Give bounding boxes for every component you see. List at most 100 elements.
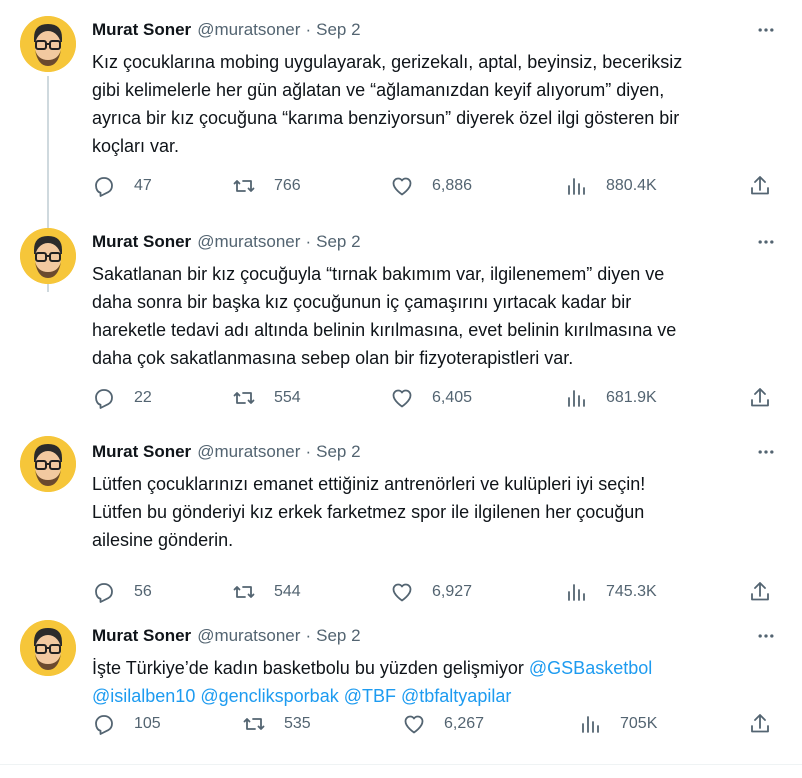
share-button[interactable] <box>748 174 772 198</box>
author-handle[interactable]: @muratsoner <box>197 230 300 254</box>
like-button[interactable]: 6,405 <box>390 386 472 410</box>
like-button[interactable]: 6,267 <box>402 712 484 736</box>
tweet-thread: Murat Soner @muratsoner · Sep 2 Kız çocu… <box>0 0 802 778</box>
views-icon <box>568 178 585 195</box>
tweet-text-line: hareketle tedavi adı altında belinin kır… <box>92 320 677 340</box>
author-handle[interactable]: @muratsoner <box>197 440 300 464</box>
separator-dot: · <box>305 232 312 251</box>
divider <box>0 764 802 765</box>
view-count: 681.9K <box>606 389 657 406</box>
like-button[interactable]: 6,886 <box>390 174 472 198</box>
tweet-header: Murat Soner @muratsoner · Sep 2 <box>92 440 782 464</box>
tweet-text-line: ayrıca bir kız çocuğuna “karıma benziyor… <box>92 108 680 128</box>
retweet-button[interactable]: 535 <box>242 712 311 736</box>
tweet-date[interactable]: Sep 2 <box>316 624 360 648</box>
tweet-text-line: ailesine gönderin. <box>92 530 234 550</box>
reply-count: 22 <box>134 389 152 406</box>
share-icon <box>751 176 769 195</box>
tweet-date[interactable]: Sep 2 <box>316 230 360 254</box>
reply-icon <box>95 583 113 603</box>
share-button[interactable] <box>748 580 772 604</box>
tweet-actions: 105 535 6,267 705K <box>92 712 782 736</box>
view-count: 705K <box>620 715 658 732</box>
reply-button[interactable]: 47 <box>92 174 152 198</box>
separator-dot: · <box>305 626 312 645</box>
mention-link[interactable]: @gencliksporbak <box>200 686 338 706</box>
tweet-text-line: gibi kelimelerle her gün ağlatan ve “ağl… <box>92 80 665 100</box>
more-icon[interactable] <box>754 624 778 648</box>
share-button[interactable] <box>748 712 772 736</box>
avatar[interactable] <box>20 16 76 72</box>
reply-button[interactable]: 22 <box>92 386 152 410</box>
more-icon[interactable] <box>754 230 778 254</box>
reply-count: 105 <box>134 715 161 732</box>
retweet-icon <box>233 392 255 404</box>
avatar[interactable] <box>20 436 76 492</box>
views-button[interactable]: 745.3K <box>564 580 657 604</box>
mention-link[interactable]: @isilalben10 <box>92 686 195 706</box>
tweet-text: Lütfen çocuklarınızı emanet ettiğiniz an… <box>92 470 782 554</box>
author-name[interactable]: Murat Soner <box>92 440 191 464</box>
reply-icon <box>95 389 113 409</box>
like-button[interactable]: 6,927 <box>390 580 472 604</box>
tweet-header: Murat Soner @muratsoner · Sep 2 <box>92 230 782 254</box>
tweet-date[interactable]: Sep 2 <box>316 18 360 42</box>
view-count: 745.3K <box>606 583 657 600</box>
author-name[interactable]: Murat Soner <box>92 18 191 42</box>
share-icon <box>751 714 769 733</box>
reply-button[interactable]: 56 <box>92 580 152 604</box>
avatar[interactable] <box>20 620 76 676</box>
author-handle[interactable]: @muratsoner <box>197 18 300 42</box>
views-icon <box>568 390 585 407</box>
retweet-button[interactable]: 544 <box>232 580 301 604</box>
like-count: 6,886 <box>432 177 473 194</box>
author-name[interactable]: Murat Soner <box>92 624 191 648</box>
tweet-text-line: Sakatlanan bir kız çocuğuyla “tırnak bak… <box>92 264 665 284</box>
tweet[interactable]: Murat Soner @muratsoner · Sep 2 İşte Tür… <box>0 616 802 778</box>
tweet-text-line: Lütfen çocuklarınızı emanet ettiğiniz an… <box>92 474 646 494</box>
reply-count: 56 <box>134 583 152 600</box>
tweet[interactable]: Murat Soner @muratsoner · Sep 2 Lütfen ç… <box>0 424 802 616</box>
mention-link[interactable]: @tbfaltyapilar <box>401 686 511 706</box>
mention-link[interactable]: @TBF <box>344 686 396 706</box>
tweet-header: Murat Soner @muratsoner · Sep 2 <box>92 18 782 42</box>
tweet-text-line: Lütfen bu gönderiyi kız erkek farketmez … <box>92 502 645 522</box>
reply-icon <box>95 715 113 735</box>
tweet[interactable]: Murat Soner @muratsoner · Sep 2 Sakatlan… <box>0 216 802 424</box>
tweet-text: Kız çocuklarına mobing uygulayarak, geri… <box>92 48 782 160</box>
tweet-text-line: @isilalben10 @gencliksporbak @TBF @tbfal… <box>92 682 782 710</box>
views-button[interactable]: 681.9K <box>564 386 657 410</box>
views-button[interactable]: 880.4K <box>564 174 657 198</box>
tweet-text-segment: İşte Türkiye’de kadın basketbolu bu yüzd… <box>92 658 529 678</box>
share-button[interactable] <box>748 386 772 410</box>
like-icon <box>404 715 424 734</box>
author-handle[interactable]: @muratsoner <box>197 624 300 648</box>
tweet-actions: 47 766 6,886 880.4K <box>92 174 782 198</box>
tweet[interactable]: Murat Soner @muratsoner · Sep 2 Kız çocu… <box>0 0 802 292</box>
tweet-text-line: daha çok sakatlanmasına sebep olan bir f… <box>92 348 574 368</box>
retweet-count: 766 <box>274 177 301 194</box>
views-icon <box>582 716 599 733</box>
views-button[interactable]: 705K <box>578 712 657 736</box>
reply-button[interactable]: 105 <box>92 712 161 736</box>
tweet-text-line: Kız çocuklarına mobing uygulayarak, geri… <box>92 52 683 72</box>
more-icon[interactable] <box>754 18 778 42</box>
tweet-date[interactable]: Sep 2 <box>316 440 360 464</box>
avatar[interactable] <box>20 228 76 284</box>
retweet-button[interactable]: 554 <box>232 386 301 410</box>
retweet-count: 544 <box>274 583 301 600</box>
tweet-text: İşte Türkiye’de kadın basketbolu bu yüzd… <box>92 654 782 710</box>
views-icon <box>568 584 585 601</box>
retweet-button[interactable]: 766 <box>232 174 301 198</box>
share-icon <box>751 582 769 601</box>
reply-count: 47 <box>134 177 152 194</box>
mention-link[interactable]: @GSBasketbol <box>529 658 652 678</box>
retweet-icon <box>243 718 265 730</box>
like-count: 6,405 <box>432 389 473 406</box>
more-icon[interactable] <box>754 440 778 464</box>
like-icon <box>392 177 412 196</box>
like-count: 6,927 <box>432 583 473 600</box>
tweet-actions: 22 554 6,405 681.9K <box>92 386 782 410</box>
author-name[interactable]: Murat Soner <box>92 230 191 254</box>
reply-icon <box>95 177 113 197</box>
